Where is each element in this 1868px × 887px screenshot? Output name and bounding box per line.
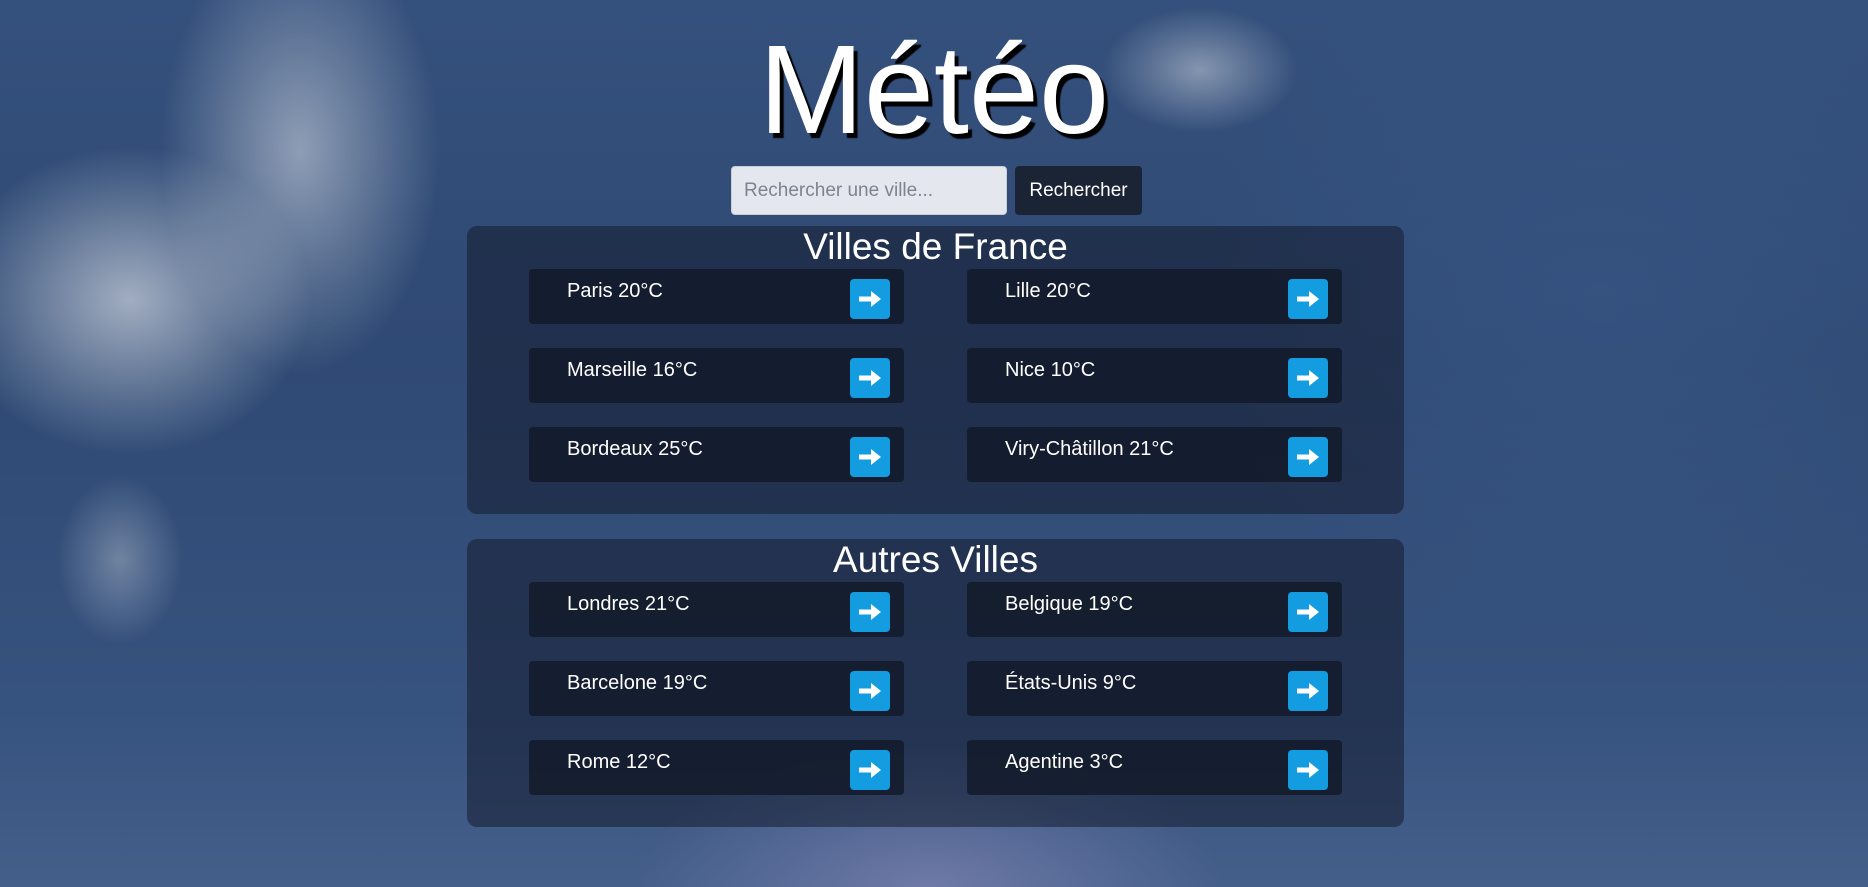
city-card-viry-chatillon: Viry-Châtillon 21°C [967, 427, 1342, 482]
city-details-button[interactable] [850, 358, 890, 398]
arrow-right-icon [1297, 604, 1319, 620]
arrow-right-icon [1297, 291, 1319, 307]
city-details-button[interactable] [850, 592, 890, 632]
city-details-button[interactable] [850, 750, 890, 790]
search-bar: Rechercher [731, 166, 1142, 215]
city-details-button[interactable] [1288, 358, 1328, 398]
city-label: Marseille 16°C [567, 359, 698, 381]
search-button[interactable]: Rechercher [1015, 166, 1142, 215]
city-card-rome: Rome 12°C [529, 740, 904, 795]
city-label: États-Unis 9°C [1005, 672, 1137, 694]
city-label: Barcelone 19°C [567, 672, 708, 694]
search-input[interactable] [731, 166, 1007, 215]
city-card-barcelone: Barcelone 19°C [529, 661, 904, 716]
city-card-nice: Nice 10°C [967, 348, 1342, 403]
city-details-button[interactable] [1288, 671, 1328, 711]
city-card-bordeaux: Bordeaux 25°C [529, 427, 904, 482]
city-label: Viry-Châtillon 21°C [1005, 438, 1174, 460]
city-card-agentine: Agentine 3°C [967, 740, 1342, 795]
city-details-button[interactable] [850, 279, 890, 319]
city-label: Paris 20°C [567, 280, 663, 302]
city-grid: Londres 21°C Belgique 19°C Barcelone 19°… [529, 582, 1342, 795]
section-title: Villes de France [803, 226, 1068, 267]
arrow-right-icon [1297, 762, 1319, 778]
weather-app: Météo Rechercher Villes de France Paris … [0, 0, 1868, 887]
arrow-right-icon [859, 683, 881, 699]
city-card-londres: Londres 21°C [529, 582, 904, 637]
page-title: Météo [758, 19, 1110, 160]
city-details-button[interactable] [1288, 279, 1328, 319]
city-label: Rome 12°C [567, 751, 671, 773]
city-label: Agentine 3°C [1005, 751, 1124, 773]
city-details-button[interactable] [1288, 592, 1328, 632]
arrow-right-icon [1297, 449, 1319, 465]
section-title: Autres Villes [833, 539, 1038, 580]
city-details-button[interactable] [850, 437, 890, 477]
city-label: Belgique 19°C [1005, 593, 1134, 615]
arrow-right-icon [1297, 370, 1319, 386]
arrow-right-icon [859, 604, 881, 620]
city-card-belgique: Belgique 19°C [967, 582, 1342, 637]
city-card-lille: Lille 20°C [967, 269, 1342, 324]
city-card-paris: Paris 20°C [529, 269, 904, 324]
city-label: Bordeaux 25°C [567, 438, 703, 460]
city-details-button[interactable] [850, 671, 890, 711]
other-cities-panel: Autres Villes Londres 21°C Belgique 19°C… [467, 539, 1404, 827]
city-details-button[interactable] [1288, 437, 1328, 477]
arrow-right-icon [859, 291, 881, 307]
arrow-right-icon [859, 449, 881, 465]
city-card-etats-unis: États-Unis 9°C [967, 661, 1342, 716]
arrow-right-icon [859, 370, 881, 386]
city-details-button[interactable] [1288, 750, 1328, 790]
arrow-right-icon [1297, 683, 1319, 699]
city-label: Lille 20°C [1005, 280, 1091, 302]
city-grid: Paris 20°C Lille 20°C Marseille 16°C Nic… [529, 269, 1342, 482]
city-card-marseille: Marseille 16°C [529, 348, 904, 403]
arrow-right-icon [859, 762, 881, 778]
france-cities-panel: Villes de France Paris 20°C Lille 20°C M… [467, 226, 1404, 514]
city-label: Nice 10°C [1005, 359, 1096, 381]
city-label: Londres 21°C [567, 593, 690, 615]
